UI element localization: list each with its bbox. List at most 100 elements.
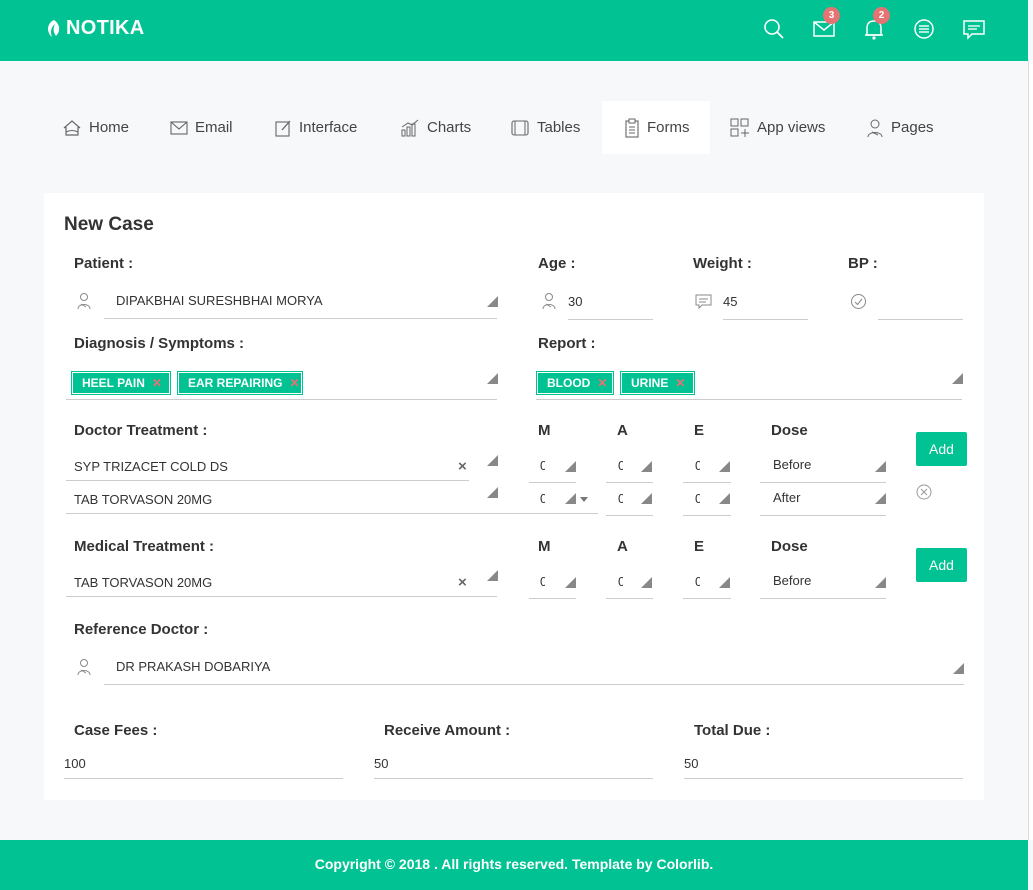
remove-row-icon[interactable] <box>916 484 932 500</box>
e-dropdown-arrow <box>719 493 730 504</box>
tab-label: Interface <box>299 119 358 136</box>
e-value: 0 <box>695 574 700 589</box>
case-fees-underline <box>64 778 343 779</box>
weight-chat-icon <box>695 294 712 309</box>
page-scrollbar[interactable] <box>1028 60 1033 840</box>
patient-label: Patient : <box>74 255 134 272</box>
age-user-icon <box>542 293 556 310</box>
patient-underline <box>104 318 497 319</box>
medicine-dropdown-arrow <box>487 570 498 581</box>
medicine-value: TAB TORVASON 20MG <box>74 575 213 590</box>
reference-doctor-value: DR PRAKASH DOBARIYA <box>116 659 271 674</box>
e-underline <box>683 482 731 483</box>
user-icon <box>867 119 883 137</box>
tab-pages[interactable]: Pages <box>866 101 934 154</box>
dose-underline <box>760 482 886 483</box>
a-value: 0 <box>618 574 623 589</box>
bell-badge: 2 <box>873 7 890 24</box>
a-value: 0 <box>618 458 623 473</box>
tag-remove-icon[interactable]: ✕ <box>597 376 607 390</box>
medicine-dropdown-arrow <box>487 455 498 466</box>
tab-tables[interactable]: Tables <box>510 101 580 154</box>
e-underline <box>683 515 731 516</box>
tab-charts[interactable]: Charts <box>400 101 471 154</box>
form-title: New Case <box>64 214 154 235</box>
chat-icon[interactable] <box>962 17 986 41</box>
mail-button[interactable]: 3 <box>812 7 840 41</box>
bp-check-icon <box>851 294 866 309</box>
search-icon[interactable] <box>762 17 786 41</box>
diagnosis-underline <box>66 399 497 400</box>
tab-label: App views <box>757 119 826 136</box>
doctor-treatment-label: Doctor Treatment : <box>74 422 208 439</box>
medicine-value: SYP TRIZACET COLD DS <box>74 459 228 474</box>
bp-label: BP : <box>848 255 878 272</box>
tag-remove-icon[interactable]: ✕ <box>152 376 162 390</box>
footer: Copyright © 2018 . All rights reserved. … <box>0 840 1028 890</box>
clear-icon[interactable]: × <box>458 458 467 475</box>
m-value: 0 <box>540 491 545 506</box>
patient-user-icon <box>77 293 91 310</box>
medicine-dropdown-arrow <box>487 487 498 498</box>
tab-home[interactable]: Home <box>62 101 129 154</box>
dose-underline <box>760 598 886 599</box>
dose-value: Before <box>773 457 812 472</box>
menu-icon[interactable] <box>912 17 936 41</box>
tab-email[interactable]: Email <box>170 101 233 154</box>
bar-chart-icon <box>401 119 419 136</box>
col-dose-label: Dose <box>771 538 808 555</box>
medicine-underline <box>66 480 469 481</box>
m-dropdown-arrow <box>565 461 576 472</box>
new-case-form: New Case Patient : DIPAKBHAI SURESHBHAI … <box>44 193 984 800</box>
a-underline <box>606 598 653 599</box>
e-underline <box>683 598 731 599</box>
copyright-text: Copyright © 2018 . All rights reserved. … <box>314 856 714 872</box>
a-value: 0 <box>618 491 623 506</box>
tag-text: BLOOD <box>547 376 591 390</box>
chevron-down-icon <box>580 497 588 502</box>
report-tag[interactable]: URINE ✕ <box>620 371 695 395</box>
medicine-underline <box>66 596 497 597</box>
tab-label: Forms <box>647 119 690 136</box>
tab-forms[interactable]: Forms <box>602 101 710 154</box>
diagnosis-tag[interactable]: HEEL PAIN ✕ <box>71 371 171 395</box>
app-logo[interactable]: NOTIKA <box>44 17 144 40</box>
age-underline <box>568 319 653 320</box>
total-due-label: Total Due : <box>694 722 771 739</box>
e-value: 0 <box>695 458 700 473</box>
total-due-value: 50 <box>684 756 699 771</box>
e-dropdown-arrow <box>719 577 730 588</box>
patient-value: DIPAKBHAI SURESHBHAI MORYA <box>116 293 323 308</box>
case-fees-value: 100 <box>64 756 86 771</box>
report-dropdown-arrow <box>952 373 963 384</box>
diagnosis-tag[interactable]: EAR REPAIRING ✕ <box>177 371 303 395</box>
tag-remove-icon[interactable]: ✕ <box>289 376 299 390</box>
dose-dropdown-arrow <box>875 493 886 504</box>
receive-amount-underline <box>374 778 653 779</box>
col-a-label: A <box>617 538 628 555</box>
tag-remove-icon[interactable]: ✕ <box>675 376 685 390</box>
medicine-underline <box>66 513 598 514</box>
logo-leaf-icon <box>48 19 60 37</box>
notification-button[interactable]: 2 <box>862 7 890 41</box>
tag-text: EAR REPAIRING <box>188 376 283 390</box>
reference-dropdown-arrow <box>953 663 964 674</box>
clear-icon[interactable]: × <box>458 574 467 591</box>
report-tag[interactable]: BLOOD ✕ <box>536 371 614 395</box>
tab-interface[interactable]: Interface <box>274 101 357 154</box>
tab-label: Home <box>89 119 130 136</box>
reference-underline <box>104 684 964 685</box>
receive-amount-label: Receive Amount : <box>384 722 511 739</box>
dose-dropdown-arrow <box>875 461 886 472</box>
a-dropdown-arrow <box>641 577 652 588</box>
m-dropdown-arrow <box>565 577 576 588</box>
top-header: NOTIKA 3 2 <box>0 0 1028 61</box>
home-icon <box>63 119 81 136</box>
add-medical-treatment-button[interactable]: Add <box>916 548 967 582</box>
add-doctor-treatment-button[interactable]: Add <box>916 432 967 466</box>
mail-badge: 3 <box>823 7 840 24</box>
a-dropdown-arrow <box>641 461 652 472</box>
medicine-value: TAB TORVASON 20MG <box>74 492 213 507</box>
diagnosis-dropdown-arrow <box>487 373 498 384</box>
tab-app-views[interactable]: App views <box>730 101 825 154</box>
